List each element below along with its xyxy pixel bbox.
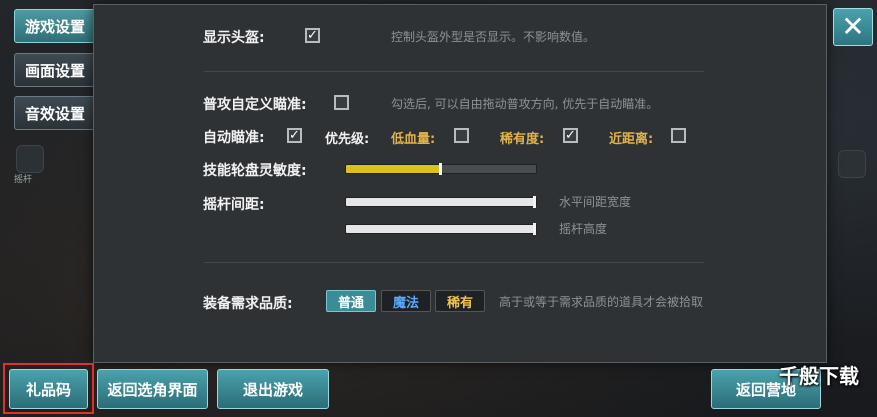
equip-quality-label: 装备需求品质: [203, 296, 293, 312]
gift-code-button[interactable]: 礼品码 [9, 369, 88, 409]
helmet-checkbox[interactable]: ✓ [305, 28, 320, 43]
priority-low-health-label: 低血量: [391, 132, 436, 147]
joystick-horizontal-slider[interactable] [345, 196, 537, 208]
helmet-hint: 控制头盔外型是否显示。不影响数值。 [391, 30, 596, 44]
joystick-height-hint: 摇杆高度 [559, 222, 608, 236]
priority-label: 优先级: [325, 132, 370, 147]
priority-close-range-checkbox[interactable] [671, 128, 686, 143]
close-icon: ✕ [841, 10, 865, 43]
priority-low-health-checkbox[interactable] [454, 128, 469, 143]
tab-game-settings[interactable]: 游戏设置 [14, 9, 96, 43]
quality-magic-button[interactable]: 魔法 [381, 290, 431, 312]
equip-quality-hint: 高于或等于需求品质的道具才会被拾取 [499, 295, 704, 309]
slider-fill [346, 225, 536, 233]
watermark-text: 千般下载 [779, 364, 859, 388]
slider-fill [346, 165, 441, 173]
joystick-hud-label: 摇杆 [14, 175, 33, 185]
slider-handle[interactable] [439, 163, 442, 175]
priority-close-range-label: 近距离: [609, 132, 654, 147]
auto-aim-label: 自动瞄准: [203, 130, 265, 146]
custom-aim-hint: 勾选后, 可以自由拖动普攻方向, 优先于自动瞄准。 [391, 97, 659, 111]
joystick-spacing-label: 摇杆间距: [203, 197, 265, 213]
quality-common-button[interactable]: 普通 [326, 290, 376, 312]
microphone-icon [838, 150, 866, 178]
divider [204, 262, 704, 263]
priority-rarity-label: 稀有度: [500, 132, 545, 147]
exit-game-button[interactable]: 退出游戏 [217, 369, 329, 409]
priority-rarity-checkbox[interactable]: ✓ [563, 128, 578, 143]
back-to-character-select-button[interactable]: 返回选角界面 [97, 369, 208, 409]
slider-handle[interactable] [533, 196, 536, 208]
custom-aim-checkbox[interactable] [334, 95, 349, 110]
skill-sensitivity-label: 技能轮盘灵敏度: [203, 163, 307, 179]
joystick-horizontal-hint: 水平间距宽度 [559, 195, 632, 209]
custom-aim-label: 普攻自定义瞄准: [203, 97, 307, 113]
settings-panel: 显示头盔: ✓ 控制头盔外型是否显示。不影响数值。 普攻自定义瞄准: 勾选后, … [93, 4, 827, 363]
slider-fill [346, 198, 536, 206]
checkmark-icon: ✓ [289, 128, 300, 143]
close-button[interactable]: ✕ [833, 8, 873, 46]
auto-aim-checkbox[interactable]: ✓ [287, 128, 302, 143]
quality-rare-button[interactable]: 稀有 [435, 290, 485, 312]
tab-sound-settings[interactable]: 音效设置 [14, 96, 96, 130]
tab-graphics-settings[interactable]: 画面设置 [14, 53, 96, 87]
checkmark-icon: ✓ [565, 128, 576, 143]
helmet-label: 显示头盔: [203, 30, 265, 46]
divider [204, 71, 704, 72]
skill-sensitivity-slider[interactable] [345, 163, 537, 175]
checkmark-icon: ✓ [307, 28, 318, 43]
joystick-icon [16, 145, 44, 173]
slider-handle[interactable] [533, 223, 536, 235]
joystick-height-slider[interactable] [345, 223, 537, 235]
